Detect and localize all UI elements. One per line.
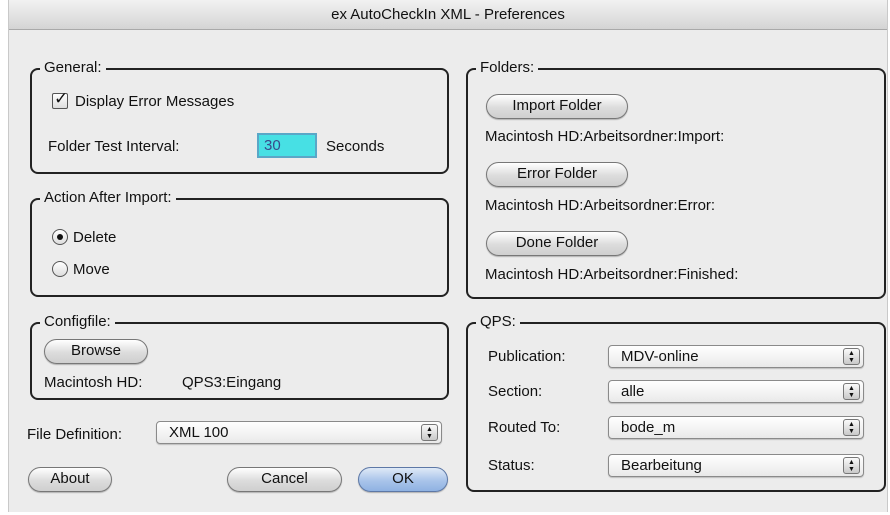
- interval-label: Folder Test Interval:: [48, 138, 180, 155]
- publication-select[interactable]: MDV-online ▲ ▼: [608, 345, 864, 368]
- publication-label: Publication:: [488, 348, 566, 365]
- section-label: Section:: [488, 383, 543, 400]
- qps-group-title: QPS:: [476, 313, 520, 331]
- about-button[interactable]: About: [28, 467, 112, 492]
- updown-arrows-icon: ▲ ▼: [421, 424, 438, 441]
- folders-group: Folders: Import Folder Macintosh HD:Arbe…: [466, 59, 886, 299]
- qps-group: QPS: Publication: MDV-online ▲ ▼ Section:…: [466, 313, 886, 492]
- error-folder-path: Macintosh HD:Arbeitsordner:Error:: [485, 197, 716, 214]
- updown-arrows-icon: ▲ ▼: [843, 383, 860, 400]
- configfile-path: QPS3:Eingang: [182, 374, 282, 391]
- configfile-group-title: Configfile:: [40, 313, 115, 331]
- section-select[interactable]: alle ▲ ▼: [608, 380, 864, 403]
- delete-radio[interactable]: [52, 229, 68, 245]
- checkmark-icon: ✓: [54, 89, 69, 108]
- interval-input[interactable]: 30: [257, 133, 317, 158]
- ok-button[interactable]: OK: [358, 467, 448, 492]
- routed-to-select[interactable]: bode_m ▲ ▼: [608, 416, 864, 439]
- action-group-title: Action After Import:: [40, 189, 176, 207]
- interval-unit: Seconds: [326, 138, 385, 155]
- updown-arrows-icon: ▲ ▼: [843, 419, 860, 436]
- file-definition-select[interactable]: XML 100 ▲ ▼: [156, 421, 442, 444]
- move-label[interactable]: Move: [73, 261, 110, 278]
- preferences-window: ex AutoCheckIn XML - Preferences General…: [8, 0, 888, 512]
- done-folder-button[interactable]: Done Folder: [486, 231, 628, 256]
- display-errors-checkbox[interactable]: ✓: [52, 89, 69, 109]
- window-title: ex AutoCheckIn XML - Preferences: [9, 0, 887, 30]
- updown-arrows-icon: ▲ ▼: [843, 457, 860, 474]
- error-folder-button[interactable]: Error Folder: [486, 162, 628, 187]
- move-radio[interactable]: [52, 261, 68, 277]
- routed-to-label: Routed To:: [488, 419, 561, 436]
- routed-to-value: bode_m: [621, 419, 676, 436]
- updown-arrows-icon: ▲ ▼: [843, 348, 860, 365]
- section-value: alle: [621, 383, 645, 400]
- file-definition-label: File Definition:: [27, 426, 123, 443]
- action-group: Action After Import: Delete Move: [30, 189, 449, 297]
- folders-group-title: Folders:: [476, 59, 539, 77]
- publication-value: MDV-online: [621, 348, 699, 365]
- status-select[interactable]: Bearbeitung ▲ ▼: [608, 454, 864, 477]
- general-group: General: ✓ Display Error Messages Folder…: [30, 59, 449, 174]
- import-folder-button[interactable]: Import Folder: [486, 94, 628, 119]
- browse-button[interactable]: Browse: [44, 339, 148, 364]
- cancel-button[interactable]: Cancel: [227, 467, 342, 492]
- status-value: Bearbeitung: [621, 457, 702, 474]
- radio-selected-dot: [57, 234, 63, 240]
- configfile-volume: Macintosh HD:: [44, 374, 143, 391]
- done-folder-path: Macintosh HD:Arbeitsordner:Finished:: [485, 266, 739, 283]
- display-errors-label[interactable]: Display Error Messages: [75, 93, 234, 110]
- status-label: Status:: [488, 457, 535, 474]
- general-group-title: General:: [40, 59, 106, 77]
- file-definition-value: XML 100: [169, 424, 229, 441]
- import-folder-path: Macintosh HD:Arbeitsordner:Import:: [485, 128, 725, 145]
- configfile-group: Configfile: Browse Macintosh HD: QPS3:Ei…: [30, 313, 449, 400]
- delete-label[interactable]: Delete: [73, 229, 116, 246]
